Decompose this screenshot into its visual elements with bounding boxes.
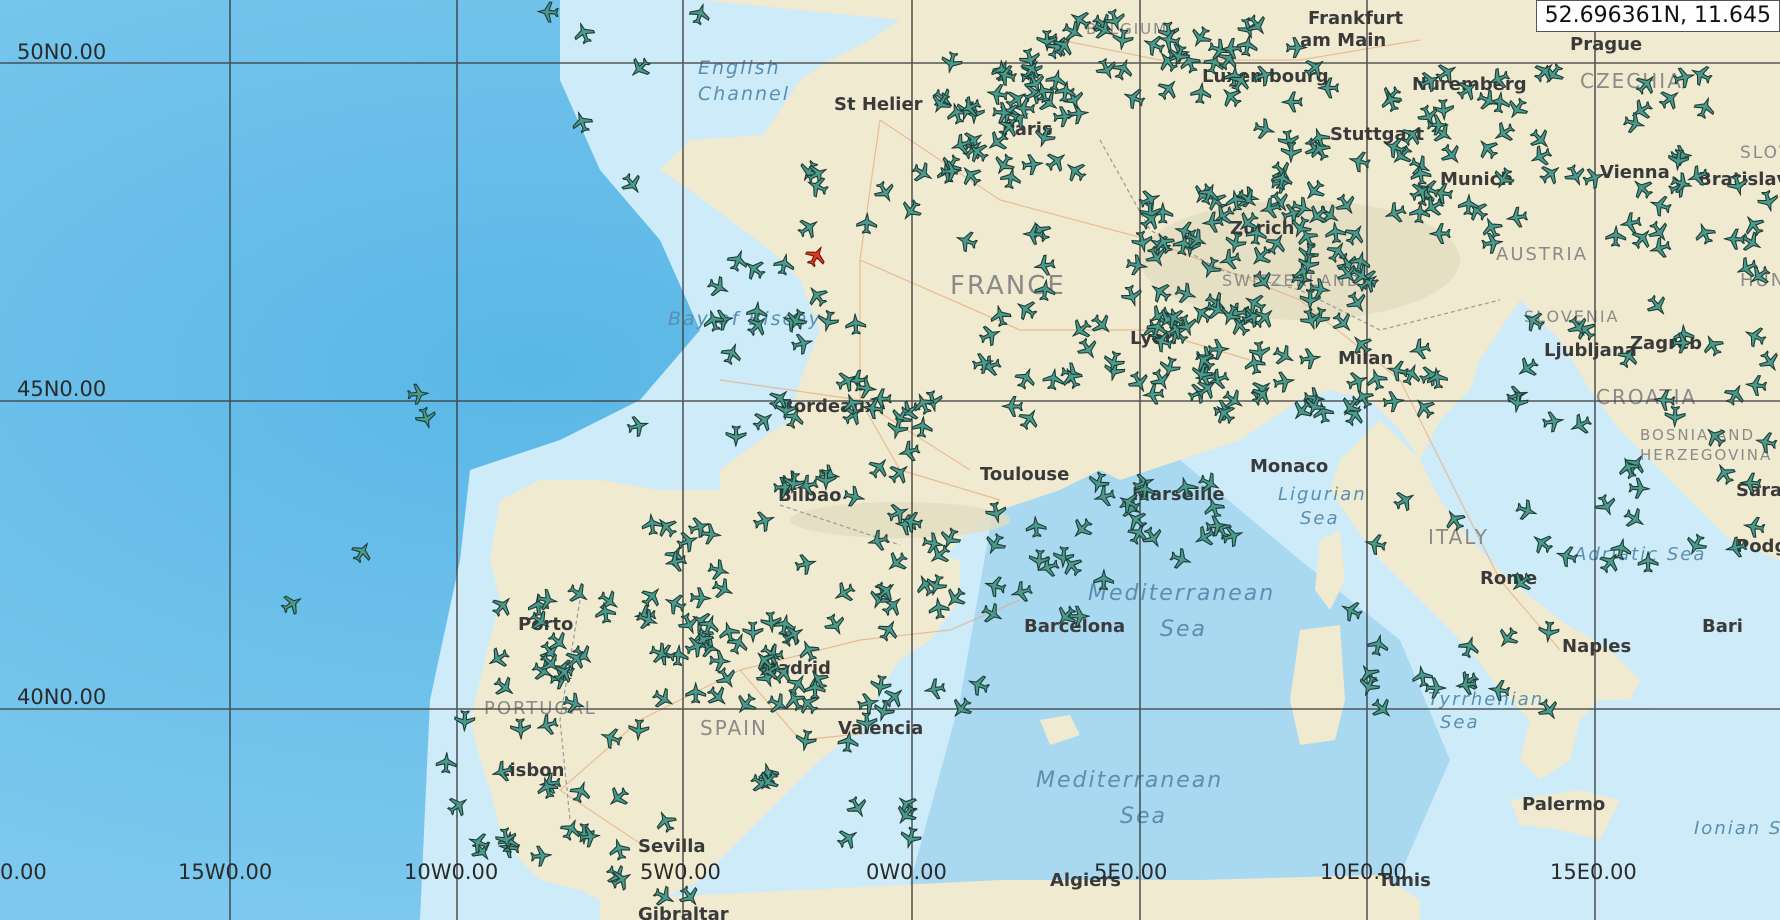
grid-label-lat-50n: 50N0.00 <box>17 40 106 64</box>
country-label-austria: AUSTRIA <box>1496 244 1588 265</box>
city-label: Monaco <box>1250 456 1328 477</box>
sea-label-english-channel-2: Channel <box>698 83 790 105</box>
sea-label-tyrrhenian-1: Tyrrhenian <box>1428 689 1544 710</box>
city-label: Frankfurt <box>1308 8 1403 29</box>
sea-label-mediterranean-sea-1: Sea <box>1160 617 1207 642</box>
city-label: Toulouse <box>980 464 1069 485</box>
country-label-croatia: CROATIA <box>1596 385 1697 409</box>
land-sardinia <box>1290 625 1345 745</box>
city-label: Ljubljana <box>1544 340 1637 361</box>
grid-label-lon-15w: 15W0.00 <box>178 860 272 884</box>
sea-label-ligurian-1: Ligurian <box>1278 484 1367 505</box>
city-label: Naples <box>1562 636 1631 657</box>
grid-label-lon-10w: 10W0.00 <box>404 860 498 884</box>
city-label: Vienna <box>1600 162 1670 183</box>
city-label: am Main <box>1300 30 1386 51</box>
country-label-bosnia-1: BOSNIA AND <box>1640 426 1755 444</box>
city-label: Bari <box>1702 616 1743 637</box>
city-label: Barcelona <box>1024 616 1125 637</box>
city-label: Sevilla <box>638 836 706 857</box>
grid-label-lon-10e: 10E0.00 <box>1320 860 1407 884</box>
grid-label-lon-0: 0W0.00 <box>866 860 947 884</box>
grid-label-lon-5e: 5E0.00 <box>1094 860 1167 884</box>
city-label: Palermo <box>1522 794 1605 815</box>
grid-label-lat-45n: 45N0.00 <box>17 377 106 401</box>
sea-label-mediterranean-sea-2: Sea <box>1120 804 1167 829</box>
sea-label-ionian: Ionian Sea <box>1694 818 1780 839</box>
country-label-bosnia-2: HERZEGOVINA <box>1640 446 1772 464</box>
country-label-france: FRANCE <box>950 271 1066 301</box>
country-label-switzerland: SWITZERLAND <box>1222 271 1361 290</box>
city-label: St Helier <box>834 94 923 115</box>
sea-label-english-channel-1: English <box>698 57 781 79</box>
sea-label-ligurian-2: Sea <box>1300 508 1340 529</box>
sea-label-mediterranean-2: Mediterranean <box>1036 768 1223 793</box>
map-canvas[interactable]: English Channel Bay of Biscay Mediterran… <box>0 0 1780 920</box>
grid-label-lat-40n: 40N0.00 <box>17 685 106 709</box>
city-label: Prague <box>1570 34 1642 55</box>
country-label-slovakia: SLOVAKIA <box>1740 143 1780 163</box>
grid-label-lon-5w: 5W0.00 <box>640 860 721 884</box>
country-label-spain: SPAIN <box>700 716 768 740</box>
sea-label-mediterranean-1: Mediterranean <box>1088 581 1275 606</box>
grid-label-lon-20w: 0.00 <box>0 860 47 884</box>
sea-label-tyrrhenian-2: Sea <box>1440 712 1480 733</box>
grid-label-lon-15e: 15E0.00 <box>1550 860 1637 884</box>
coordinate-readout: 52.696361N, 11.645 <box>1535 0 1780 32</box>
